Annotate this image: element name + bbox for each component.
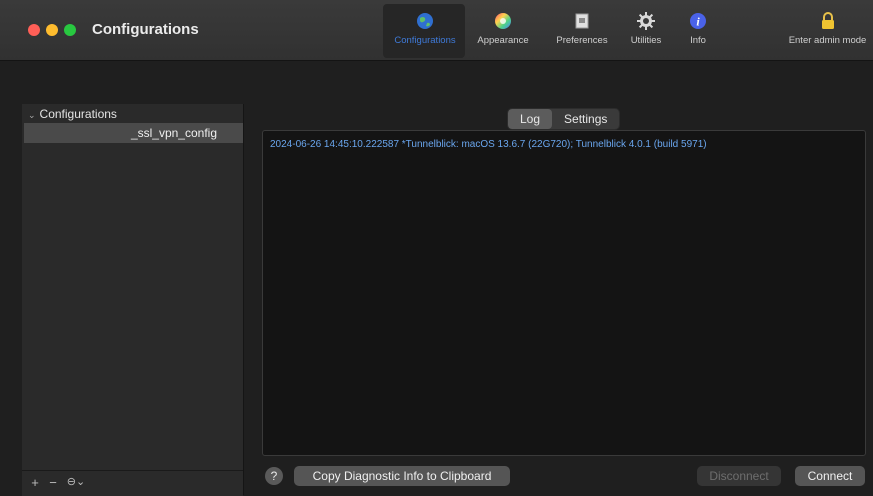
configurations-sidebar: ⌄ Configurations _ssl_vpn_config xyxy=(22,104,244,495)
minimize-window-button[interactable] xyxy=(46,24,58,36)
gear-icon xyxy=(637,12,655,30)
color-wheel-icon xyxy=(495,13,511,29)
toolbar-admin-mode[interactable]: Enter admin mode xyxy=(782,12,873,56)
info-icon: i xyxy=(690,13,706,29)
maximize-window-button[interactable] xyxy=(64,24,76,36)
sidebar-bottom-bar: + − ⊖⌄ xyxy=(22,470,243,496)
sidebar-item-label: _ssl_vpn_config xyxy=(130,126,217,140)
disconnect-button[interactable]: Disconnect xyxy=(697,466,781,486)
log-view[interactable]: 2024-06-26 14:45:10.222587 *Tunnelblick:… xyxy=(262,130,866,456)
toolbar-label: Preferences xyxy=(556,35,608,46)
sidebar-group-label: Configurations xyxy=(39,107,117,121)
toolbar-preferences[interactable]: Preferences xyxy=(548,12,616,56)
toolbar-configurations[interactable]: Configurations xyxy=(386,12,464,56)
connect-button[interactable]: Connect xyxy=(795,466,865,486)
close-window-button[interactable] xyxy=(28,24,40,36)
tab-log[interactable]: Log xyxy=(508,109,553,129)
tab-settings[interactable]: Settings xyxy=(552,109,619,129)
chevron-down-icon[interactable]: ⌄ xyxy=(28,110,36,120)
preferences-icon xyxy=(575,13,589,29)
sidebar-group-configurations[interactable]: ⌄ Configurations xyxy=(28,107,117,121)
toolbar-info[interactable]: i Info xyxy=(680,12,716,56)
add-configuration-button[interactable]: + xyxy=(28,475,42,490)
toolbar-label: Enter admin mode xyxy=(788,35,867,46)
globe-icon xyxy=(417,13,433,29)
toolbar-label: Info xyxy=(690,35,706,46)
sidebar-item-ssl-vpn-config[interactable]: _ssl_vpn_config xyxy=(24,123,243,143)
window-titlebar: Configurations Configurations Appearance xyxy=(0,0,873,61)
log-line: 2024-06-26 14:45:10.222587 *Tunnelblick:… xyxy=(270,139,707,150)
copy-diagnostic-info-button[interactable]: Copy Diagnostic Info to Clipboard xyxy=(294,466,510,486)
toolbar-label: Appearance xyxy=(477,35,529,46)
toolbar-appearance[interactable]: Appearance xyxy=(466,12,540,56)
toolbar-label: Utilities xyxy=(630,35,662,46)
toolbar-label: Configurations xyxy=(394,35,456,46)
log-settings-tabs: Log Settings xyxy=(507,108,621,130)
remove-configuration-button[interactable]: − xyxy=(46,475,60,490)
toolbar-utilities[interactable]: Utilities xyxy=(621,12,671,56)
lock-icon xyxy=(821,12,834,29)
window-title: Configurations xyxy=(92,21,199,38)
help-button[interactable]: ? xyxy=(265,467,283,485)
configuration-actions-menu-button[interactable]: ⊖⌄ xyxy=(64,475,88,490)
